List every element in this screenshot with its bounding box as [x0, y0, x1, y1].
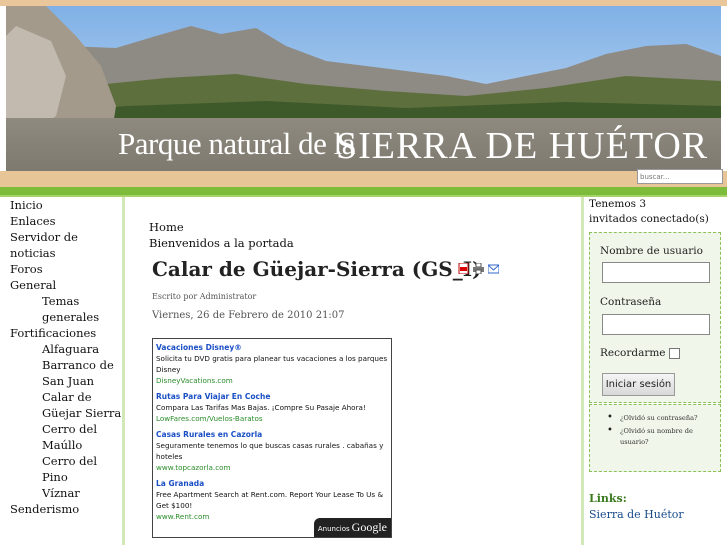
article-title: Calar de Güejar-Sierra (GS_I)	[152, 257, 482, 281]
menu-item[interactable]: Fortificaciones	[0, 325, 122, 341]
forgot-username-link[interactable]: ¿Olvidó su nombre de usuario?	[598, 425, 714, 448]
username-field[interactable]	[602, 262, 710, 283]
menu-item[interactable]: Temas	[0, 293, 122, 309]
left-sidebar: Inicio Enlaces Servidor de noticias Foros Ge…	[0, 197, 125, 545]
green-divider	[0, 187, 727, 195]
right-sidebar: Tenemos 3 invitados conectado(s) Nombre …	[587, 197, 727, 545]
ad-title[interactable]: La Granada	[156, 478, 388, 489]
menu-item[interactable]: Víznar	[0, 485, 122, 501]
article-author: Escrito por Administrator	[152, 292, 257, 301]
menu-item[interactable]: General	[0, 277, 122, 293]
ad-description: Seguramente tenemos lo que buscas casas …	[156, 441, 384, 461]
ads-badge-label: Anuncios	[317, 525, 350, 533]
menu-item[interactable]: Barranco de	[0, 357, 122, 373]
header-banner: Parque natural de la SIERRA DE HUÉTOR	[6, 6, 721, 171]
ad-title[interactable]: Casas Rurales en Cazorla	[156, 429, 388, 440]
site-title-main: SIERRA DE HUÉTOR	[336, 125, 709, 167]
remember-label: Recordarme	[600, 347, 666, 359]
ad-title[interactable]: Rutas Para Viajar En Coche	[156, 391, 388, 402]
remember-checkbox[interactable]	[669, 348, 680, 359]
google-ads-box: Vacaciones Disney® Solicita tu DVD gratis…	[152, 338, 392, 538]
login-help-links: ¿Olvidó su contraseña? ¿Olvidó su nombre…	[589, 404, 721, 472]
email-icon[interactable]	[488, 263, 499, 274]
login-form: Nombre de usuario Contraseña Recordarme …	[589, 232, 721, 403]
forgot-password-link[interactable]: ¿Olvidó su contraseña?	[598, 412, 714, 424]
main-content: Home Bienvenidos a la portada Calar de G…	[128, 197, 584, 545]
password-field[interactable]	[602, 314, 710, 335]
ad-title[interactable]: Vacaciones Disney®	[156, 342, 388, 353]
ad-item: Vacaciones Disney® Solicita tu DVD gratis…	[156, 342, 388, 386]
ad-url[interactable]: LowFares.com/Vuelos-Baratos	[156, 413, 388, 424]
online-users: Tenemos 3 invitados conectado(s)	[589, 197, 719, 227]
ad-description: Free Apartment Search at Rent.com. Repor…	[156, 490, 384, 510]
ad-item: La Granada Free Apartment Search at Rent.…	[156, 478, 388, 522]
ad-item: Rutas Para Viajar En Coche Compara Las Ta…	[156, 391, 388, 424]
pdf-icon[interactable]	[458, 263, 469, 274]
menu-item[interactable]: Calar de	[0, 389, 122, 405]
ad-url[interactable]: www.topcazorla.com	[156, 462, 388, 473]
ad-item: Casas Rurales en Cazorla Seguramente tene…	[156, 429, 388, 473]
search-input[interactable]	[637, 169, 723, 184]
menu-item[interactable]: Maúllo	[0, 437, 122, 453]
online-guests-line: invitados conectado(s)	[589, 213, 709, 225]
article-date: Viernes, 26 de Febrero de 2010 21:07	[152, 310, 345, 321]
links-heading: Links:	[589, 492, 627, 505]
menu-item[interactable]: Foros	[0, 261, 122, 277]
print-icon[interactable]	[473, 263, 484, 274]
password-label: Contraseña	[600, 296, 662, 308]
article-actions	[458, 263, 499, 274]
ads-by-google-badge[interactable]: Anuncios Google	[313, 518, 391, 537]
menu-item[interactable]: Alfaguara	[0, 341, 122, 357]
main-menu: Inicio Enlaces Servidor de noticias Foros Ge…	[0, 197, 122, 517]
ad-description: Compara Las Tarifas Mas Bajas. ¡Compre S…	[156, 403, 366, 412]
menu-item[interactable]: Cerro del	[0, 421, 122, 437]
ads-list: Vacaciones Disney® Solicita tu DVD gratis…	[156, 342, 388, 522]
login-button[interactable]: Iniciar sesión	[602, 373, 675, 396]
menu-item[interactable]: generales	[0, 309, 122, 325]
links-item-sierra-de-huetor[interactable]: Sierra de Huétor	[589, 508, 684, 521]
site-title-prefix: Parque natural de la	[118, 126, 356, 161]
menu-item[interactable]: Cerro del Pino	[0, 453, 122, 485]
menu-item[interactable]: Servidor de noticias	[0, 229, 122, 261]
menu-item[interactable]: San Juan	[0, 373, 122, 389]
google-logo: Google	[351, 520, 387, 534]
menu-item[interactable]: Inicio	[0, 197, 122, 213]
online-count-line: Tenemos 3	[589, 198, 647, 210]
menu-item[interactable]: Güejar Sierra	[0, 405, 122, 421]
breadcrumb-home-link[interactable]: Home	[149, 220, 184, 234]
username-label: Nombre de usuario	[600, 245, 703, 257]
ad-url[interactable]: DisneyVacations.com	[156, 375, 388, 386]
menu-item[interactable]: Senderismo	[0, 501, 122, 517]
breadcrumb-current: Bienvenidos a la portada	[149, 236, 294, 250]
menu-item[interactable]: Enlaces	[0, 213, 122, 229]
header-bar	[0, 171, 727, 187]
ad-description: Solicita tu DVD gratis para planear tus …	[156, 354, 388, 374]
banner-title-band: Parque natural de la SIERRA DE HUÉTOR	[6, 118, 721, 171]
